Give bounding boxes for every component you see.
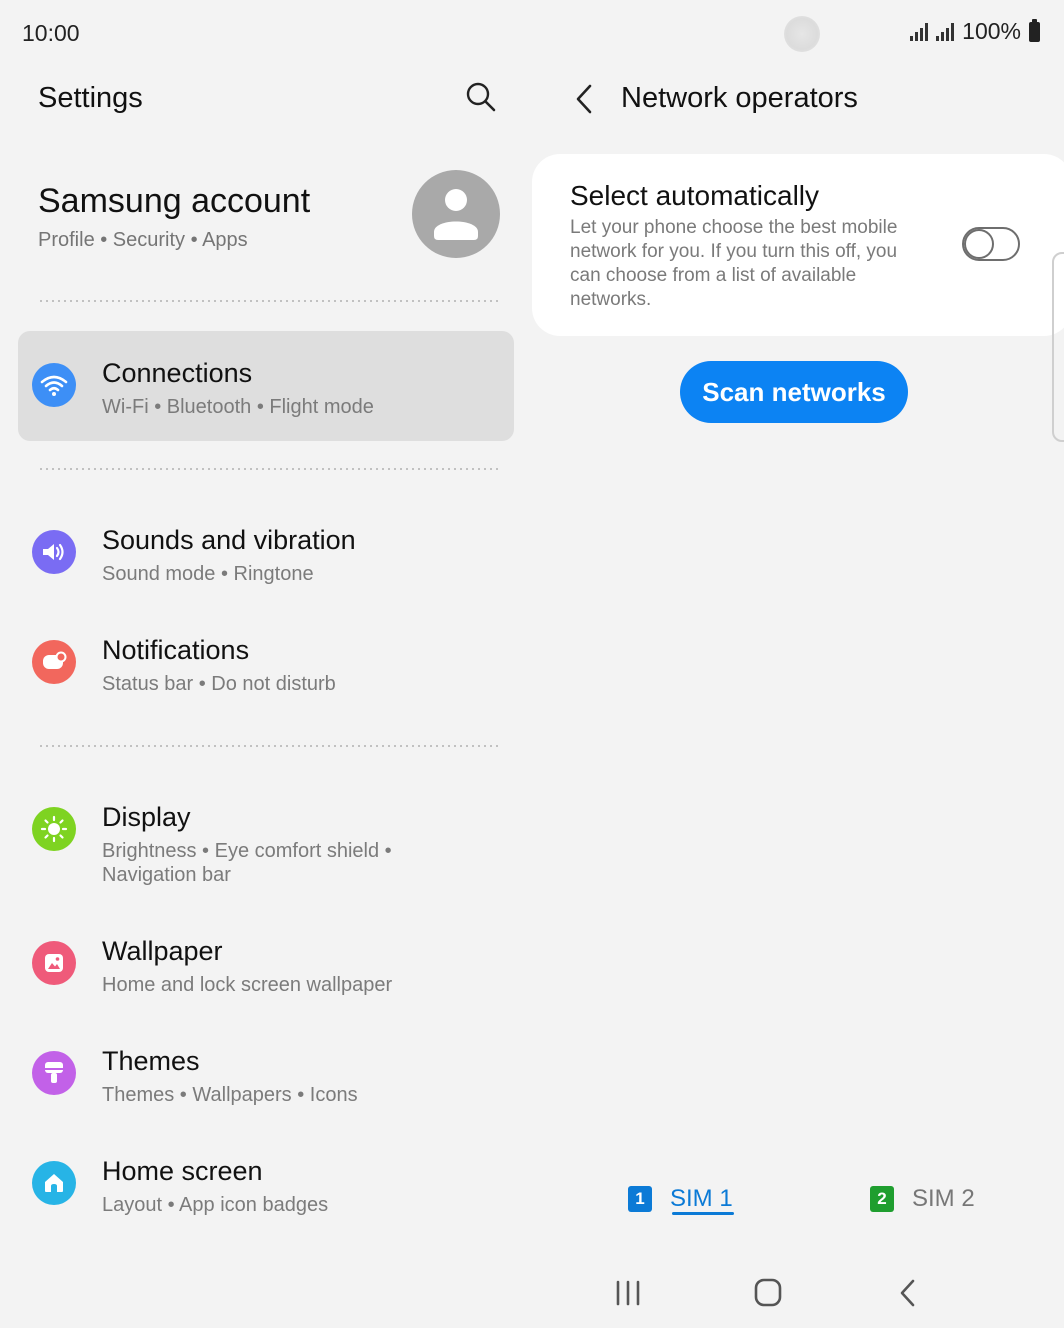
- select-automatically-card[interactable]: Select automatically Let your phone choo…: [532, 154, 1064, 336]
- status-indicators: 100%: [910, 18, 1040, 45]
- item-subtitle: Brightness • Eye comfort shield • Naviga…: [102, 840, 392, 886]
- battery-icon: [1029, 18, 1040, 42]
- item-title: Home screen: [102, 1156, 263, 1186]
- settings-item-display[interactable]: Display Brightness • Eye comfort shield …: [18, 775, 514, 905]
- sim-2-label: SIM 2: [912, 1185, 975, 1212]
- select-automatically-desc: Let your phone choose the best mobile ne…: [570, 217, 898, 310]
- status-bar: 10:00 100%: [0, 0, 1064, 64]
- signal-icon: [936, 22, 955, 41]
- settings-item-home-screen[interactable]: Home screen Layout • App icon badges: [18, 1129, 514, 1239]
- notification-icon: [32, 640, 76, 684]
- item-title: Sounds and vibration: [102, 525, 356, 555]
- sim-1-label: SIM 1: [670, 1185, 733, 1212]
- sim-1-badge: 1: [628, 1186, 652, 1212]
- brush-icon: [32, 1051, 76, 1095]
- divider: [38, 300, 498, 302]
- item-subtitle: Status bar • Do not disturb: [102, 673, 336, 695]
- search-icon[interactable]: [464, 80, 498, 114]
- status-time: 10:00: [22, 20, 80, 46]
- settings-title: Settings: [38, 82, 143, 114]
- item-subtitle: Sound mode • Ringtone: [102, 563, 314, 585]
- active-tab-indicator: [672, 1212, 734, 1215]
- settings-item-sounds[interactable]: Sounds and vibration Sound mode • Ringto…: [18, 498, 514, 608]
- sim-tabs: 1 SIM 1 2 SIM 2: [532, 1174, 1064, 1224]
- settings-item-wallpaper[interactable]: Wallpaper Home and lock screen wallpaper: [18, 909, 514, 1019]
- item-title: Connections: [102, 358, 253, 388]
- network-operators-panel: Network operators Select automatically L…: [532, 64, 1064, 1254]
- item-title: Notifications: [102, 635, 250, 665]
- navigation-bar: [532, 1254, 1064, 1328]
- item-subtitle: Layout • App icon badges: [102, 1194, 329, 1216]
- wifi-icon: [32, 363, 76, 407]
- tab-sim-2[interactable]: 2 SIM 2: [870, 1174, 975, 1224]
- settings-item-notifications[interactable]: Notifications Status bar • Do not distur…: [18, 608, 514, 718]
- edge-panel-handle[interactable]: [1052, 252, 1064, 442]
- page-title: Network operators: [621, 82, 858, 114]
- divider: [38, 745, 498, 747]
- home-button-icon[interactable]: [748, 1276, 788, 1310]
- item-title: Display: [102, 802, 191, 832]
- settings-item-connections[interactable]: Connections Wi-Fi • Bluetooth • Flight m…: [18, 331, 514, 441]
- sun-icon: [32, 807, 76, 851]
- home-icon: [32, 1161, 76, 1205]
- item-subtitle: Themes • Wallpapers • Icons: [102, 1084, 358, 1106]
- item-subtitle: Home and lock screen wallpaper: [102, 974, 393, 996]
- back-nav-icon[interactable]: [888, 1276, 928, 1310]
- wallpaper-icon: [32, 941, 76, 985]
- recents-icon[interactable]: [608, 1276, 648, 1310]
- item-title: Wallpaper: [102, 936, 223, 966]
- camera-cutout: [784, 16, 820, 52]
- battery-percent: 100%: [962, 18, 1021, 44]
- avatar[interactable]: [412, 170, 500, 258]
- back-icon[interactable]: [572, 82, 596, 116]
- scan-networks-button[interactable]: Scan networks: [680, 361, 908, 423]
- signal-icon: [910, 22, 929, 41]
- item-title: Themes: [102, 1046, 200, 1076]
- person-icon: [434, 189, 478, 240]
- settings-panel: Settings Samsung account Profile • Secur…: [0, 64, 532, 1254]
- select-automatically-toggle[interactable]: [962, 227, 1020, 261]
- sim-2-badge: 2: [870, 1186, 894, 1212]
- divider: [38, 468, 498, 470]
- tab-sim-1[interactable]: 1 SIM 1: [628, 1174, 733, 1224]
- speaker-icon: [32, 530, 76, 574]
- item-subtitle: Wi-Fi • Bluetooth • Flight mode: [102, 396, 374, 418]
- select-automatically-title: Select automatically: [570, 180, 820, 211]
- settings-item-themes[interactable]: Themes Themes • Wallpapers • Icons: [18, 1019, 514, 1129]
